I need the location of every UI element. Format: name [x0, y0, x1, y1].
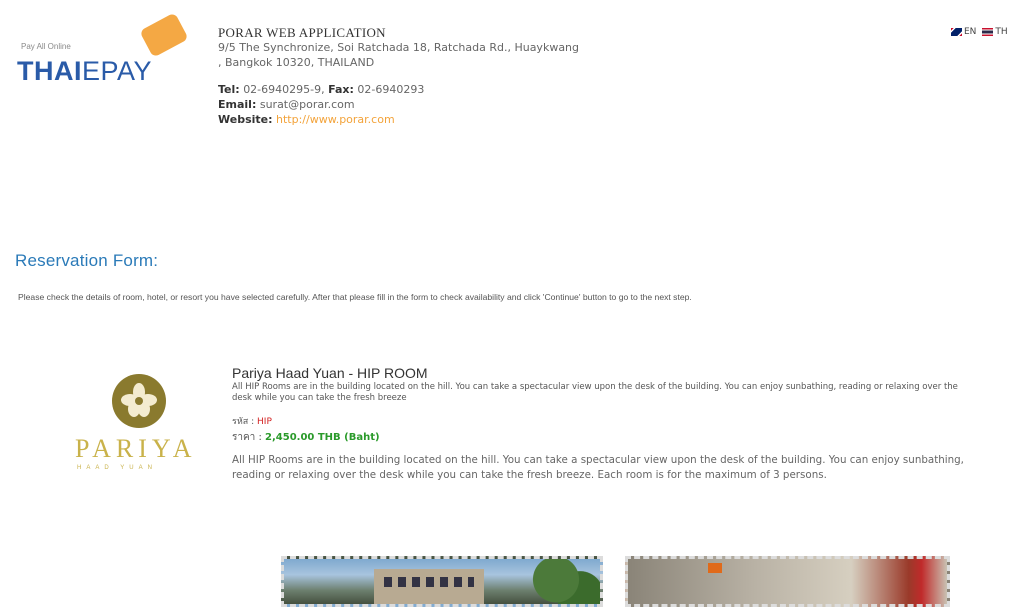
email-value[interactable]: surat@porar.com — [260, 98, 355, 111]
company-name: PORAR WEB APPLICATION — [218, 25, 386, 40]
lang-th-link[interactable]: TH — [982, 27, 1008, 37]
logo-brand-part2: EPAY — [82, 56, 153, 86]
reservation-title: Reservation Form: — [15, 251, 159, 270]
hotel-logo: PARIYA HAAD YUAN — [75, 372, 220, 482]
room-code-label: รหัส : — [232, 417, 255, 427]
room-details: Pariya Haad Yuan - HIP ROOM All HIP Room… — [232, 365, 1002, 483]
flower-icon — [121, 383, 157, 417]
room-price-line: ราคา : 2,450.00 THB (Baht) — [232, 430, 1002, 445]
website-line: Website: http://www.porar.com — [218, 112, 579, 127]
logo-brand: THAIEPAY — [17, 56, 152, 86]
room-photo-interior[interactable] — [625, 556, 950, 607]
tel-fax-line: Tel: 02-6940295-9, Fax: 02-6940293 — [218, 82, 579, 97]
room-code-value: HIP — [257, 417, 272, 427]
room-photo-building[interactable] — [281, 556, 603, 607]
lang-en-label: EN — [964, 27, 977, 37]
thaiepay-logo[interactable]: Pay All Online THAIEPAY — [14, 12, 189, 86]
hotel-logo-sub: HAAD YUAN — [77, 465, 157, 471]
building-shape — [374, 569, 484, 604]
room-code-line: รหัส : HIP — [232, 414, 1002, 428]
tel-label: Tel: — [218, 83, 240, 96]
fax-label: Fax: — [328, 83, 354, 96]
lamp-shape — [708, 563, 722, 573]
language-switcher: EN TH — [951, 27, 1008, 37]
address-line-1: 9/5 The Synchronize, Soi Ratchada 18, Ra… — [218, 41, 580, 54]
website-label: Website: — [218, 113, 273, 126]
address-line-2: , Bangkok 10320, THAILAND — [218, 56, 375, 69]
card-icon — [139, 12, 189, 58]
room-long-description: All HIP Rooms are in the building locate… — [232, 454, 964, 481]
hotel-logo-name: PARIYA — [75, 434, 197, 463]
fax-value: 02-6940293 — [357, 83, 425, 96]
thai-flag-icon — [982, 27, 994, 36]
email-label: Email: — [218, 98, 257, 111]
uk-flag-icon — [951, 27, 962, 36]
reservation-description: Please check the details of room, hotel,… — [18, 292, 692, 302]
hotel-emblem-icon — [112, 374, 166, 428]
room-price-label: ราคา : — [232, 432, 262, 443]
lang-th-label: TH — [995, 27, 1008, 37]
lang-en-link[interactable]: EN — [951, 27, 976, 37]
tel-value: 02-6940295-9, — [243, 83, 325, 96]
contact-block: Tel: 02-6940295-9, Fax: 02-6940293 Email… — [218, 82, 579, 127]
website-link[interactable]: http://www.porar.com — [276, 113, 395, 126]
room-price-value: 2,450.00 THB (Baht) — [265, 432, 380, 443]
tree-shape — [524, 559, 600, 604]
logo-brand-part1: THAI — [17, 56, 82, 86]
room-short-description: All HIP Rooms are in the building locate… — [232, 382, 958, 403]
logo-tagline: Pay All Online — [21, 42, 71, 51]
company-info: PORAR WEB APPLICATION 9/5 The Synchroniz… — [218, 25, 579, 127]
email-line: Email: surat@porar.com — [218, 97, 579, 112]
room-title: Pariya Haad Yuan - HIP ROOM — [232, 365, 428, 381]
